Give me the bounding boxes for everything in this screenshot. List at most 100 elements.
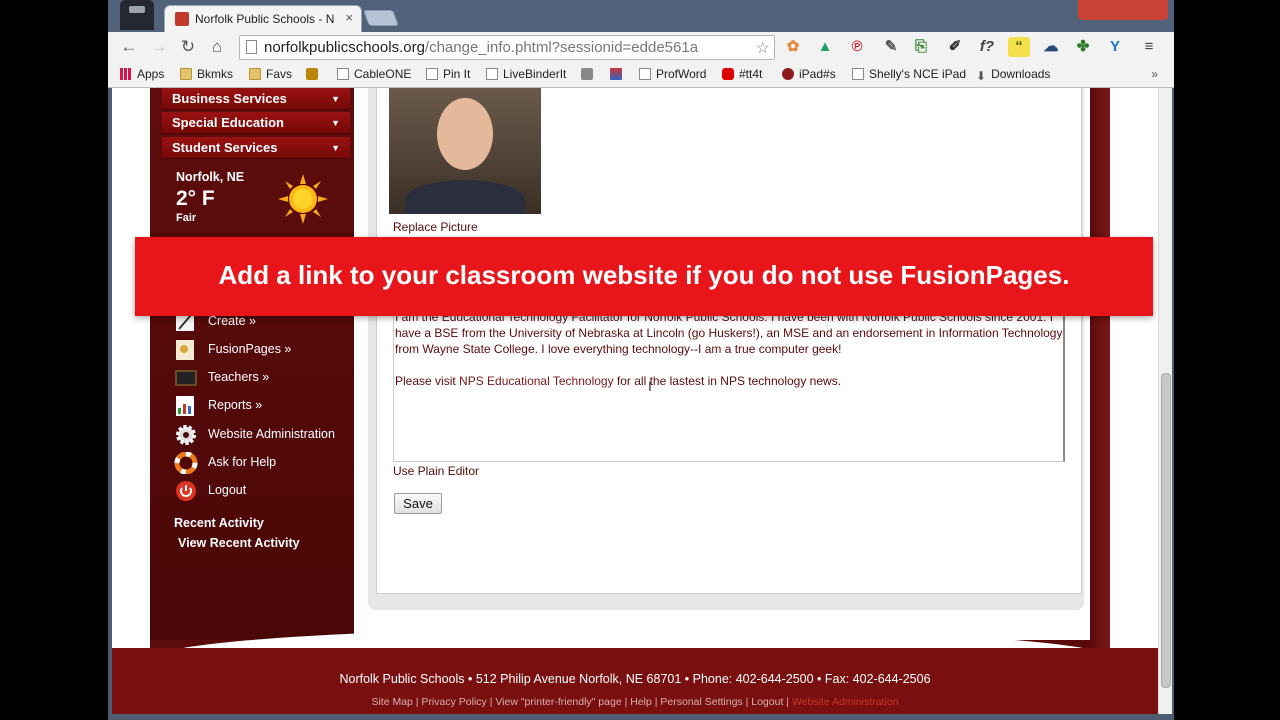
bookmark-nce-ipad[interactable]: Shelly's NCE iPad <box>852 67 966 81</box>
pinterest-icon[interactable]: ℗ <box>846 37 868 57</box>
text-cursor-icon: I <box>648 378 652 394</box>
url-text: norfolkpublicschools.org/change_info.pht… <box>264 39 698 56</box>
home-icon[interactable]: ⌂ <box>206 36 228 58</box>
footer-address: Norfolk Public Schools • 512 Philip Aven… <box>339 672 931 686</box>
bookmark-favs[interactable]: Favs <box>249 67 292 81</box>
font-finder-icon[interactable]: f? <box>976 37 998 57</box>
page-icon <box>852 68 864 80</box>
bookmark-pinit[interactable]: Pin It <box>426 67 470 81</box>
menu-business-services[interactable]: Business Services ▼ <box>162 88 350 110</box>
save-button[interactable]: Save <box>394 493 442 514</box>
url-host: norfolkpublicschools.org <box>264 39 425 56</box>
drive-icon[interactable]: ▲ <box>814 37 836 57</box>
bookmark-profword[interactable]: ProfWord <box>639 67 706 81</box>
bookmark-tool[interactable] <box>306 67 323 81</box>
window-close-button[interactable] <box>1078 0 1168 20</box>
chevron-down-icon: ▼ <box>331 94 340 104</box>
extension-pen-icon[interactable]: ✐ <box>944 37 966 57</box>
eyedropper-icon[interactable]: ✎ <box>880 37 902 57</box>
menu-student-services[interactable]: Student Services ▼ <box>162 137 350 159</box>
browser-window: Norfolk Public Schools - N × ← → ↻ ⌂ nor… <box>108 0 1174 720</box>
footer-link-list[interactable]: Site Map | Privacy Policy | View "printe… <box>371 696 792 708</box>
profile-avatar[interactable] <box>120 0 154 30</box>
tool-label: Create » <box>208 314 256 328</box>
url-path: /change_info.phtml?sessionid=edde561a <box>424 39 699 56</box>
browser-toolbar: ← → ↻ ⌂ norfolkpublicschools.org/change_… <box>108 32 1174 62</box>
tool-label: FusionPages » <box>208 342 292 356</box>
tool-label: Logout <box>208 483 247 497</box>
bookmark-ipads[interactable]: iPad#s <box>782 67 836 81</box>
weather-temperature: 2° F <box>176 187 215 210</box>
vertical-scrollbar[interactable] <box>1158 88 1172 714</box>
web-page: Business Services ▼ Special Education ▼ St… <box>112 88 1158 714</box>
tab-title: Norfolk Public Schools - N <box>195 12 335 26</box>
bookmark-label: Bkmks <box>197 67 233 81</box>
chevron-down-icon: ▼ <box>331 143 340 153</box>
y-extension-icon[interactable]: Y <box>1104 37 1126 57</box>
menu-label: Special Education <box>172 115 284 130</box>
bookmark-downloads[interactable]: ⬇ Downloads <box>976 67 1051 83</box>
instruction-banner: Add a link to your classroom website if … <box>135 237 1153 316</box>
bio-visit-line: Please visit NPS Educational Technology … <box>395 374 1063 388</box>
bookmarks-overflow-icon[interactable]: » <box>1151 67 1158 81</box>
bookmark-cableone[interactable]: CableONE <box>337 67 411 81</box>
recent-activity-heading: Recent Activity <box>174 516 264 530</box>
school-favicon-icon <box>175 12 189 26</box>
site-footer: Norfolk Public Schools • 512 Philip Aven… <box>112 648 1158 714</box>
evernote-icon <box>581 68 593 80</box>
extension-clip-icon[interactable]: ⎘ <box>910 37 932 57</box>
view-recent-activity-link[interactable]: View Recent Activity <box>178 536 300 550</box>
bookmark-books[interactable] <box>610 67 627 81</box>
site-frame-edge <box>1090 88 1110 660</box>
forward-arrow-icon[interactable]: → <box>148 36 170 58</box>
quote-extension-icon[interactable]: “ <box>1008 37 1030 57</box>
extension-swirl-icon[interactable]: ✿ <box>782 37 804 57</box>
footer-admin-link[interactable]: Website Administration <box>792 696 899 708</box>
menu-label: Student Services <box>172 140 278 155</box>
youtube-icon <box>722 68 734 80</box>
bookmark-tt4t[interactable]: #tt4t <box>722 67 762 81</box>
page-icon <box>486 68 498 80</box>
bio-paragraph: I am the Educational Technology Facilita… <box>395 310 1063 356</box>
bookmark-bkmks[interactable]: Bkmks <box>180 67 233 81</box>
pages-icon <box>176 340 194 360</box>
menu-label: Business Services <box>172 91 287 106</box>
instruction-banner-text: Add a link to your classroom website if … <box>218 260 1070 290</box>
tool-label: Website Administration <box>208 427 335 441</box>
bookmark-label: CableONE <box>354 67 412 81</box>
scrollbar-thumb[interactable] <box>1161 373 1171 688</box>
photo-shirt <box>405 180 525 214</box>
new-tab-button[interactable] <box>363 10 399 26</box>
bookmark-apps[interactable]: Apps <box>120 67 164 81</box>
cloud-icon[interactable]: ☁ <box>1040 37 1062 57</box>
folder-icon <box>249 68 261 80</box>
profile-photo <box>389 88 541 214</box>
bookmark-label: LiveBinderIt <box>503 67 567 81</box>
reload-icon[interactable]: ↻ <box>177 36 199 58</box>
browser-tab[interactable]: Norfolk Public Schools - N × <box>164 5 362 32</box>
bookmark-evernote[interactable] <box>581 67 598 81</box>
bookmark-label: Favs <box>266 67 293 81</box>
menu-icon[interactable]: ≡ <box>1138 37 1160 57</box>
photo-face <box>437 98 493 170</box>
bookmark-label: Downloads <box>991 67 1051 81</box>
page-icon <box>426 68 438 80</box>
replace-picture-link[interactable]: Replace Picture <box>393 220 478 234</box>
report-icon <box>176 396 194 416</box>
nps-edtech-link[interactable]: NPS Educational Technology <box>459 374 614 388</box>
page-icon <box>246 40 257 54</box>
use-plain-editor-link[interactable]: Use Plain Editor <box>393 464 479 478</box>
bookmark-label: Shelly's NCE iPad <box>869 67 966 81</box>
address-bar[interactable]: norfolkpublicschools.org/change_info.pht… <box>239 35 775 60</box>
back-arrow-icon[interactable]: ← <box>118 36 140 58</box>
visit-prefix: Please visit <box>395 374 460 388</box>
page-icon <box>639 68 651 80</box>
bookmark-livebinderit[interactable]: LiveBinderIt <box>486 67 566 81</box>
page-icon <box>337 68 349 80</box>
bookmark-star-icon[interactable]: ☆ <box>756 38 770 58</box>
menu-special-education[interactable]: Special Education ▼ <box>162 112 350 134</box>
folder-icon <box>180 68 192 80</box>
weather-city: Norfolk, NE <box>176 170 245 184</box>
tab-close-icon[interactable]: × <box>345 10 353 25</box>
puzzle-extension-icon[interactable]: ✤ <box>1072 37 1094 57</box>
